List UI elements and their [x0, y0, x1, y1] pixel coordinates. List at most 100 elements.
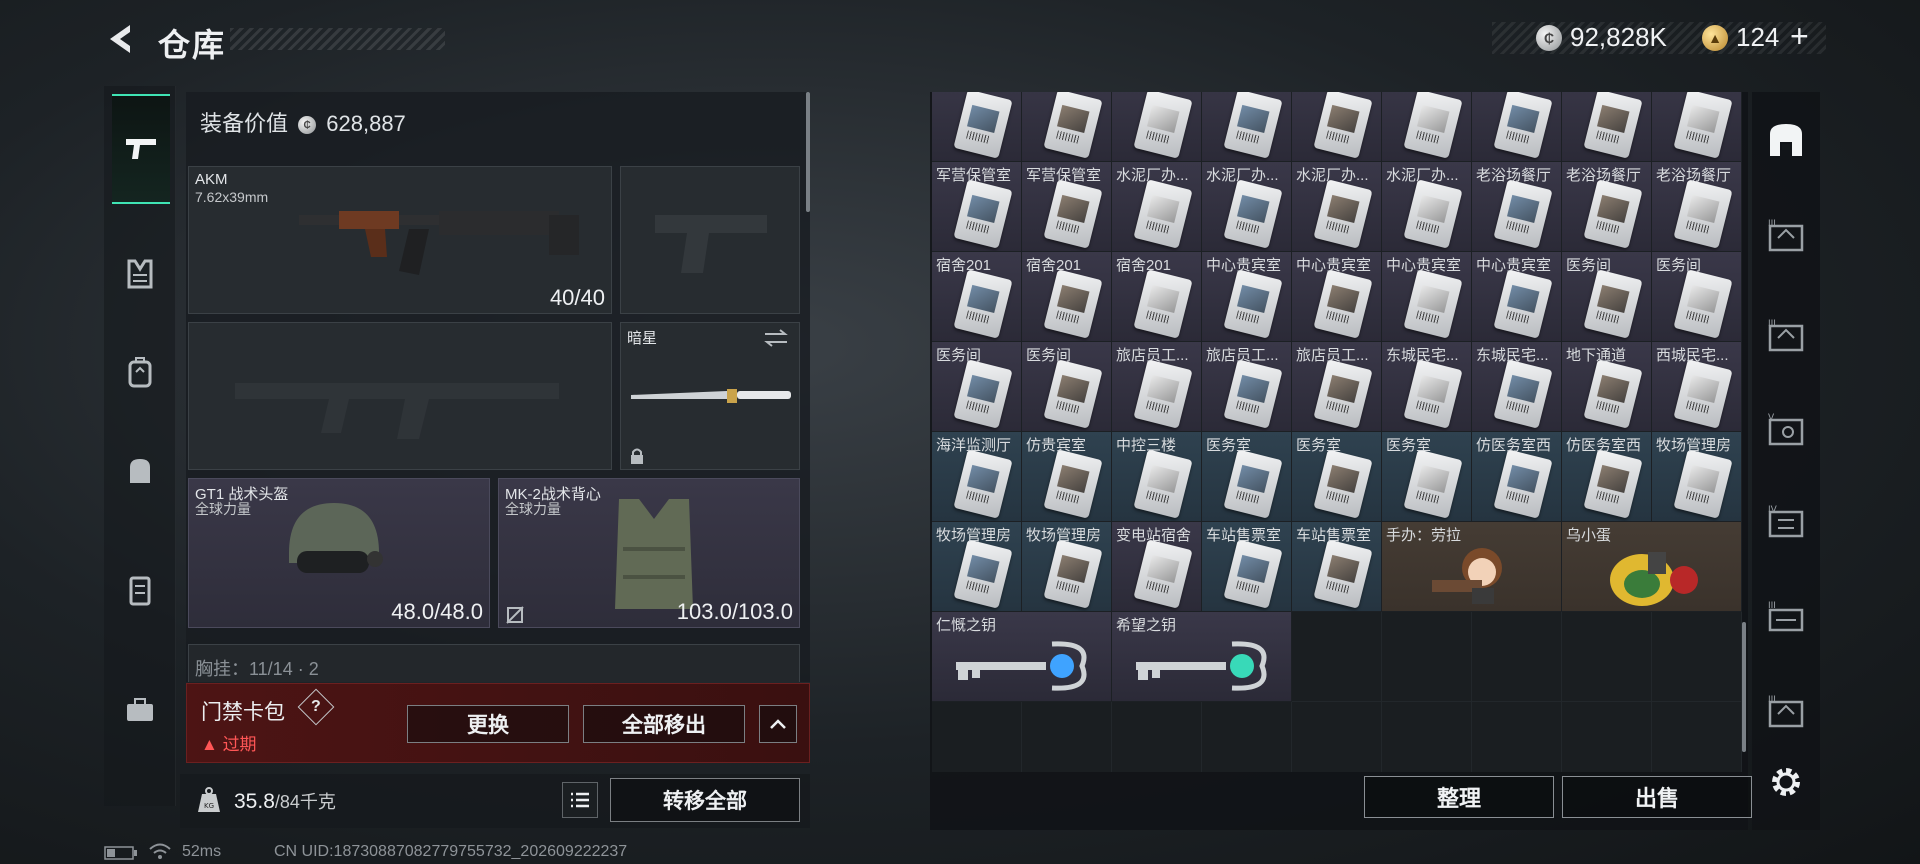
grid-cell[interactable]: [1202, 702, 1292, 772]
replace-button[interactable]: 更换: [407, 705, 569, 743]
tab-storage-3d[interactable]: III: [1764, 690, 1808, 734]
swap-icon[interactable]: [763, 329, 789, 347]
keycard-item[interactable]: 地下通道: [1562, 342, 1652, 432]
keycard-item[interactable]: 军营保管室: [1022, 162, 1112, 252]
keycard-item[interactable]: 老浴场餐厅: [1472, 162, 1562, 252]
grid-cell[interactable]: [1472, 612, 1562, 702]
collectible-item[interactable]: 乌小蛋: [1562, 522, 1742, 612]
grid-cell[interactable]: [1652, 612, 1742, 702]
keycard-item[interactable]: 变电站宿舍: [1112, 522, 1202, 612]
keycard-item[interactable]: 东城民宅...: [1382, 342, 1472, 432]
back-arrow-icon[interactable]: [104, 22, 136, 56]
keycard-item[interactable]: 宿舍201: [1112, 252, 1202, 342]
tab-storage-3c[interactable]: III: [1764, 596, 1808, 640]
keycard-item[interactable]: 老浴场餐厅: [1562, 162, 1652, 252]
list-view-button[interactable]: [562, 782, 598, 818]
grid-cell[interactable]: [1292, 92, 1382, 162]
keycard-item[interactable]: 中心贵宾室: [1292, 252, 1382, 342]
keycard-item[interactable]: 宿舍201: [1022, 252, 1112, 342]
keycard-item[interactable]: 西城民宅...: [1652, 342, 1742, 432]
collectible-item[interactable]: 手办：劳拉: [1382, 522, 1562, 612]
keycard-item[interactable]: 东城民宅...: [1472, 342, 1562, 432]
keycard-item[interactable]: 宿舍201: [932, 252, 1022, 342]
equipment-scrollbar[interactable]: [806, 92, 810, 212]
grid-cell[interactable]: [1382, 92, 1472, 162]
keycard-item[interactable]: 水泥厂办...: [1202, 162, 1292, 252]
nav-backpack[interactable]: [112, 344, 168, 400]
keycard-item[interactable]: 牧场管理房: [932, 522, 1022, 612]
collapse-button[interactable]: [759, 705, 797, 743]
keycard-item[interactable]: 牧场管理房: [1652, 432, 1742, 522]
keycard-item[interactable]: 仿贵宾室: [1022, 432, 1112, 522]
helmet-slot[interactable]: GT1 战术头盔 全球力量 48.0/48.0: [188, 478, 490, 628]
tab-storage-4[interactable]: IV: [1764, 500, 1808, 544]
grid-cell[interactable]: [1112, 702, 1202, 772]
keycard-item[interactable]: 车站售票室: [1202, 522, 1292, 612]
melee-slot[interactable]: 暗星: [620, 322, 800, 470]
grid-cell[interactable]: [1652, 702, 1742, 772]
sort-button[interactable]: 整理: [1364, 776, 1554, 818]
nav-chest-rig[interactable]: [112, 562, 168, 618]
nav-bag[interactable]: [112, 442, 168, 498]
tab-storage-3a[interactable]: III: [1764, 214, 1808, 258]
keycard-item[interactable]: 医务间: [932, 342, 1022, 432]
keycard-item[interactable]: 军营保管室: [932, 162, 1022, 252]
tab-storage-main[interactable]: [1764, 118, 1808, 162]
keycard-item[interactable]: 医务室: [1202, 432, 1292, 522]
grid-cell[interactable]: [1652, 92, 1742, 162]
nav-briefcase[interactable]: [112, 682, 168, 738]
keycard-item[interactable]: 旅店员工...: [1292, 342, 1382, 432]
transfer-all-button[interactable]: 转移全部: [610, 778, 800, 822]
grid-cell[interactable]: [1562, 702, 1652, 772]
grid-cell[interactable]: [1292, 702, 1382, 772]
grid-cell[interactable]: [1562, 92, 1652, 162]
keycard-item[interactable]: 水泥厂办...: [1112, 162, 1202, 252]
key-item[interactable]: 仁慨之钥: [932, 612, 1112, 702]
grid-cell[interactable]: [1472, 702, 1562, 772]
tab-storage-5[interactable]: V: [1764, 408, 1808, 452]
keycard-item[interactable]: 海洋监测厅: [932, 432, 1022, 522]
keycard-item[interactable]: 水泥厂办...: [1292, 162, 1382, 252]
sell-button[interactable]: 出售: [1562, 776, 1752, 818]
keycard-item[interactable]: 医务间: [1562, 252, 1652, 342]
grid-cell[interactable]: [1022, 702, 1112, 772]
keycard-item[interactable]: 中心贵宾室: [1382, 252, 1472, 342]
key-item[interactable]: 希望之钥: [1112, 612, 1292, 702]
keycard-item[interactable]: 医务间: [1652, 252, 1742, 342]
keycard-item[interactable]: 旅店员工...: [1112, 342, 1202, 432]
help-icon[interactable]: ?: [297, 688, 335, 726]
grid-cell[interactable]: [1382, 612, 1472, 702]
grid-cell[interactable]: [1292, 612, 1382, 702]
keycard-item[interactable]: 仿医务室西: [1562, 432, 1652, 522]
keycard-item[interactable]: 旅店员工...: [1202, 342, 1292, 432]
remove-all-button[interactable]: 全部移出: [583, 705, 745, 743]
grid-cell[interactable]: [1202, 92, 1292, 162]
settings-button[interactable]: [1764, 760, 1808, 804]
nav-armor[interactable]: [112, 246, 168, 302]
grid-cell[interactable]: [932, 92, 1022, 162]
keycard-item[interactable]: 仿医务室西: [1472, 432, 1562, 522]
grid-cell[interactable]: [1562, 612, 1652, 702]
keycard-item[interactable]: 老浴场餐厅: [1652, 162, 1742, 252]
keycard-item[interactable]: 车站售票室: [1292, 522, 1382, 612]
grid-cell[interactable]: [1112, 92, 1202, 162]
grid-cell[interactable]: [1472, 92, 1562, 162]
keycard-item[interactable]: 牧场管理房: [1022, 522, 1112, 612]
keycard-item[interactable]: 医务间: [1022, 342, 1112, 432]
nav-weapon[interactable]: [112, 94, 170, 204]
keycard-item[interactable]: 中心贵宾室: [1202, 252, 1292, 342]
grid-scrollbar[interactable]: [1742, 622, 1746, 752]
grid-cell[interactable]: [932, 702, 1022, 772]
grid-cell[interactable]: [1022, 92, 1112, 162]
chest-rig-slot-peek[interactable]: 胸挂：11/14 · 2: [188, 644, 800, 682]
keycard-item[interactable]: 中控三楼: [1112, 432, 1202, 522]
tab-storage-3b[interactable]: III: [1764, 314, 1808, 358]
grid-cell[interactable]: [1382, 702, 1472, 772]
vest-slot[interactable]: MK-2战术背心 全球力量 103.0/103.0: [498, 478, 800, 628]
keycard-item[interactable]: 医务室: [1382, 432, 1472, 522]
sidearm-slot-empty[interactable]: [620, 166, 800, 314]
add-currency-icon[interactable]: +: [1790, 18, 1809, 55]
keycard-item[interactable]: 水泥厂办...: [1382, 162, 1472, 252]
keycard-item[interactable]: 中心贵宾室: [1472, 252, 1562, 342]
primary-weapon-slot[interactable]: AKM 7.62x39mm 40/40: [188, 166, 612, 314]
